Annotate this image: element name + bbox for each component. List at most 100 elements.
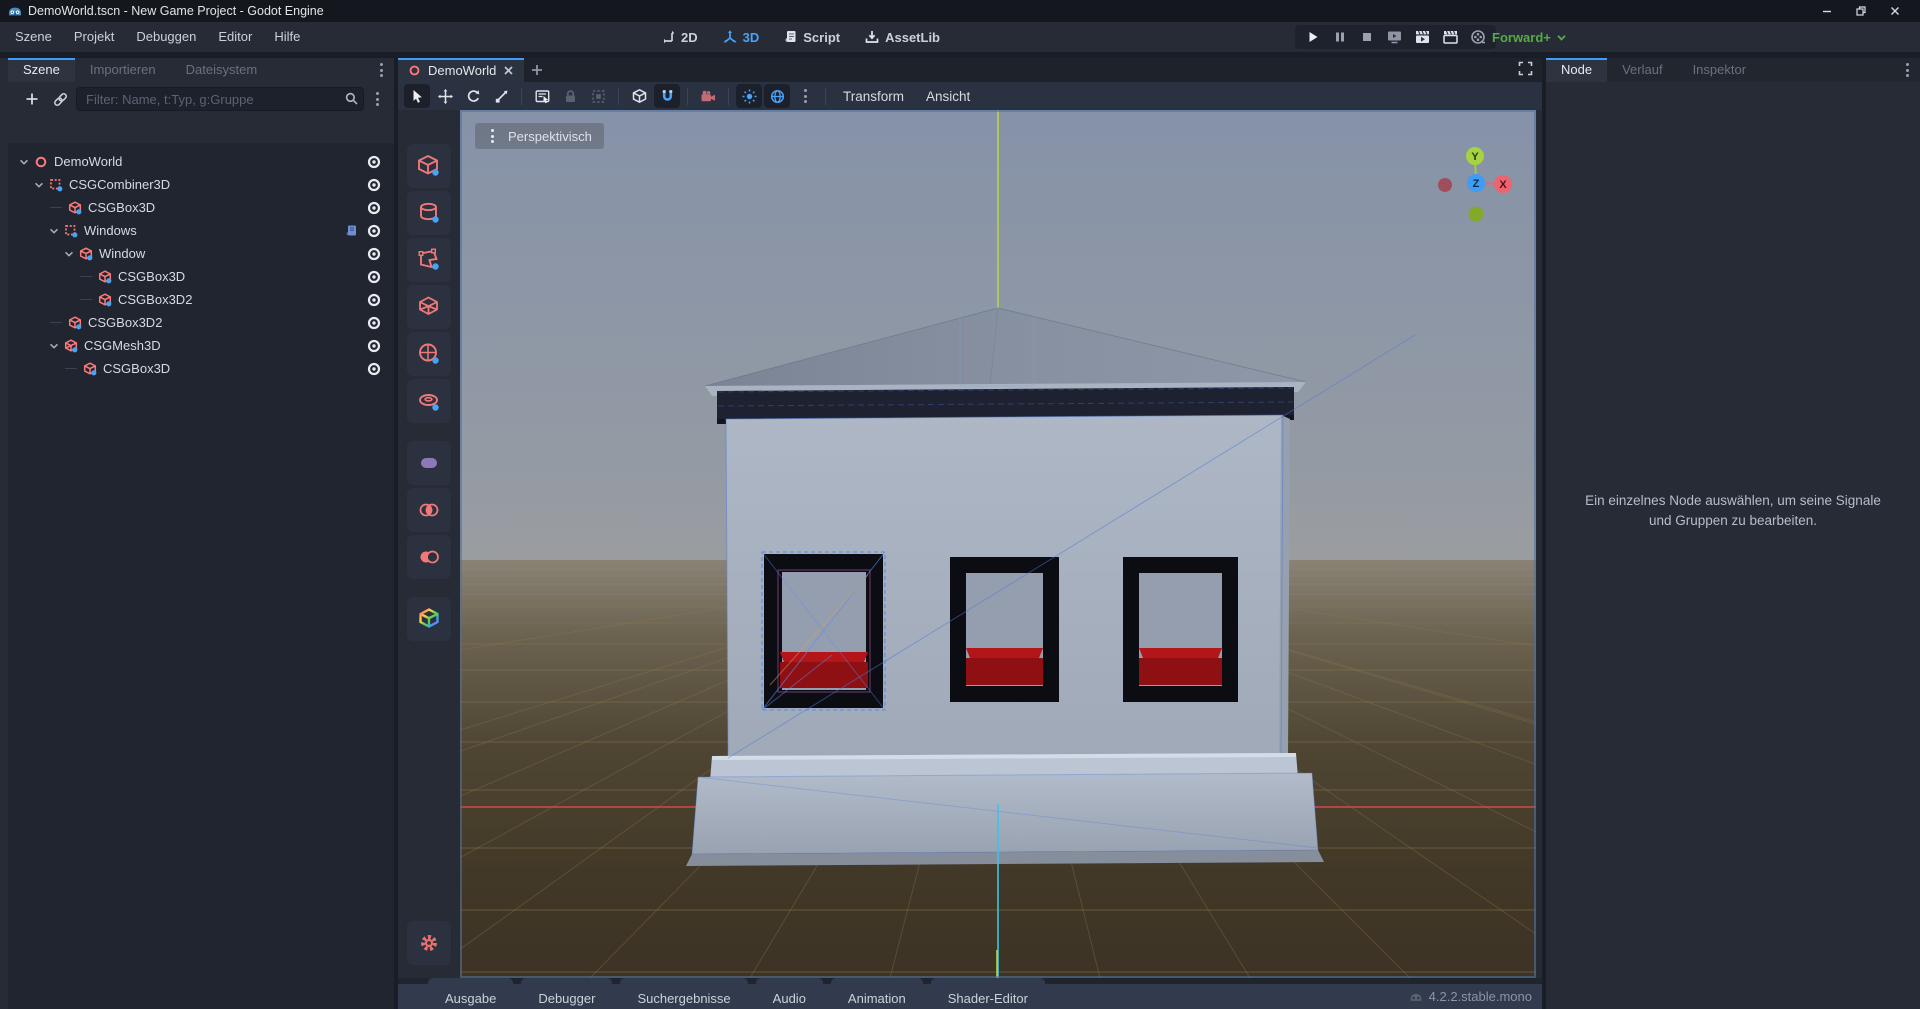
add-scene-tab-button[interactable] [524, 58, 550, 82]
tree-options-icon[interactable] [368, 88, 386, 110]
gear-icon[interactable] [407, 921, 451, 965]
chevron-down-icon[interactable] [16, 154, 32, 170]
menu-editor[interactable]: Editor [207, 22, 263, 52]
visibility-eye-icon[interactable] [364, 199, 384, 217]
tab-node[interactable]: Node [1546, 58, 1607, 82]
chevron-down-icon[interactable] [31, 177, 47, 193]
dock-menu-icon[interactable] [372, 59, 390, 81]
visibility-eye-icon[interactable] [364, 245, 384, 263]
bottom-tab-animation[interactable]: Animation [831, 978, 923, 1009]
move-tool-button[interactable] [432, 84, 458, 108]
expand-viewport-icon[interactable] [1517, 60, 1534, 77]
visibility-eye-icon[interactable] [364, 153, 384, 171]
menu-hilfe[interactable]: Hilfe [263, 22, 311, 52]
group-selected-button[interactable] [585, 84, 611, 108]
tree-row[interactable]: Windows [8, 219, 394, 242]
lock-selected-button[interactable] [557, 84, 583, 108]
pause-button[interactable] [1331, 28, 1349, 46]
add-node-button[interactable] [20, 87, 44, 111]
scene-filter-input[interactable] [76, 87, 364, 111]
bottom-tab-suchergebnisse[interactable]: Suchergebnisse [620, 978, 747, 1009]
ansicht-menu[interactable]: Ansicht [915, 89, 981, 104]
scene-tab-demoworld[interactable]: DemoWorld [398, 58, 524, 82]
workspace-3d-button[interactable]: 3D [714, 24, 768, 50]
visibility-eye-icon[interactable] [364, 291, 384, 309]
csg-polygon-button[interactable] [407, 238, 451, 282]
tab-dateisystem[interactable]: Dateisystem [171, 58, 273, 82]
tab-importieren[interactable]: Importieren [75, 58, 171, 82]
renderer-select[interactable]: Forward+ [1492, 22, 1567, 52]
close-button[interactable] [1878, 0, 1912, 22]
tree-row[interactable]: DemoWorld [8, 150, 394, 173]
tree-row[interactable]: CSGBox3D2 [8, 311, 394, 334]
gizmo-neg-x-ball[interactable] [1438, 178, 1452, 192]
visibility-eye-icon[interactable] [364, 222, 384, 240]
scale-tool-button[interactable] [488, 84, 514, 108]
dock-menu-icon[interactable] [1898, 59, 1916, 81]
csg-box-button[interactable] [407, 144, 451, 188]
restore-button[interactable] [1844, 0, 1878, 22]
tree-row[interactable]: Window [8, 242, 394, 265]
csg-sphere-button[interactable] [407, 332, 451, 376]
visibility-eye-icon[interactable] [364, 268, 384, 286]
visibility-eye-icon[interactable] [364, 337, 384, 355]
play-remote-button[interactable] [1385, 28, 1404, 46]
projection-label-chip[interactable]: Perspektivisch [475, 123, 604, 149]
menu-szene[interactable]: Szene [4, 22, 63, 52]
rotate-tool-button[interactable] [460, 84, 486, 108]
instance-scene-link-icon[interactable] [48, 87, 72, 111]
preview-sunlight-button[interactable] [736, 84, 762, 108]
bottom-tab-ausgabe[interactable]: Ausgabe [428, 978, 513, 1009]
gizmo-neg-y-ball[interactable] [1469, 207, 1484, 222]
tab-inspektor[interactable]: Inspektor [1678, 58, 1761, 82]
play-custom-scene-button[interactable] [1441, 28, 1460, 46]
workspace-2d-button[interactable]: 2D [652, 24, 706, 50]
preview-environment-button[interactable] [764, 84, 790, 108]
tree-row[interactable]: CSGMesh3D [8, 334, 394, 357]
minimize-button[interactable] [1810, 0, 1844, 22]
close-tab-icon[interactable] [503, 65, 514, 76]
list-select-tool-button[interactable] [529, 84, 555, 108]
menu-debuggen[interactable]: Debuggen [125, 22, 207, 52]
visibility-eye-icon[interactable] [364, 176, 384, 194]
tree-row[interactable]: CSGBox3D2 [8, 288, 394, 311]
bottom-tab-debugger[interactable]: Debugger [521, 978, 612, 1009]
stop-button[interactable] [1358, 28, 1376, 46]
transform-menu[interactable]: Transform [832, 89, 915, 104]
select-tool-button[interactable] [404, 84, 430, 108]
chevron-down-icon[interactable] [61, 246, 77, 262]
bottom-tab-shader-editor[interactable]: Shader-Editor [931, 978, 1045, 1009]
viewport-menu-dots-icon[interactable] [483, 125, 501, 147]
play-button[interactable] [1304, 28, 1322, 46]
csg-mesh-button[interactable] [407, 285, 451, 329]
chevron-down-icon [1556, 32, 1567, 43]
camera-preview-button[interactable] [695, 84, 721, 108]
tree-row[interactable]: CSGBox3D [8, 357, 394, 380]
tree-row[interactable]: CSGBox3D [8, 196, 394, 219]
bottom-tab-audio[interactable]: Audio [756, 978, 823, 1009]
attached-script-icon[interactable] [342, 223, 360, 239]
csg-cylinder-button[interactable] [407, 191, 451, 235]
menu-projekt[interactable]: Projekt [63, 22, 125, 52]
sun-environment-options-icon[interactable] [792, 84, 818, 108]
workspace-assetlib-button[interactable]: AssetLib [856, 24, 948, 50]
visibility-eye-icon[interactable] [364, 360, 384, 378]
workspace-script-button[interactable]: Script [775, 24, 848, 50]
3d-viewport[interactable]: Y Z X Perspektivisch [460, 110, 1536, 978]
snap-toggle-button[interactable] [654, 84, 680, 108]
csg-union-button[interactable] [407, 441, 451, 485]
chevron-down-icon[interactable] [46, 223, 62, 239]
chevron-down-icon[interactable] [46, 338, 62, 354]
tab-verlauf[interactable]: Verlauf [1607, 58, 1677, 82]
tree-row[interactable]: CSGCombiner3D [8, 173, 394, 196]
tab-szene[interactable]: Szene [8, 58, 75, 82]
tree-row[interactable]: CSGBox3D [8, 265, 394, 288]
play-scene-button[interactable] [1413, 28, 1432, 46]
csg-intersection-button[interactable] [407, 488, 451, 532]
visibility-eye-icon[interactable] [364, 314, 384, 332]
csg-subtraction-button[interactable] [407, 535, 451, 579]
movie-maker-button[interactable] [1469, 28, 1487, 46]
gridmap-button[interactable] [407, 597, 451, 641]
csg-torus-button[interactable] [407, 379, 451, 423]
local-space-button[interactable] [626, 84, 652, 108]
